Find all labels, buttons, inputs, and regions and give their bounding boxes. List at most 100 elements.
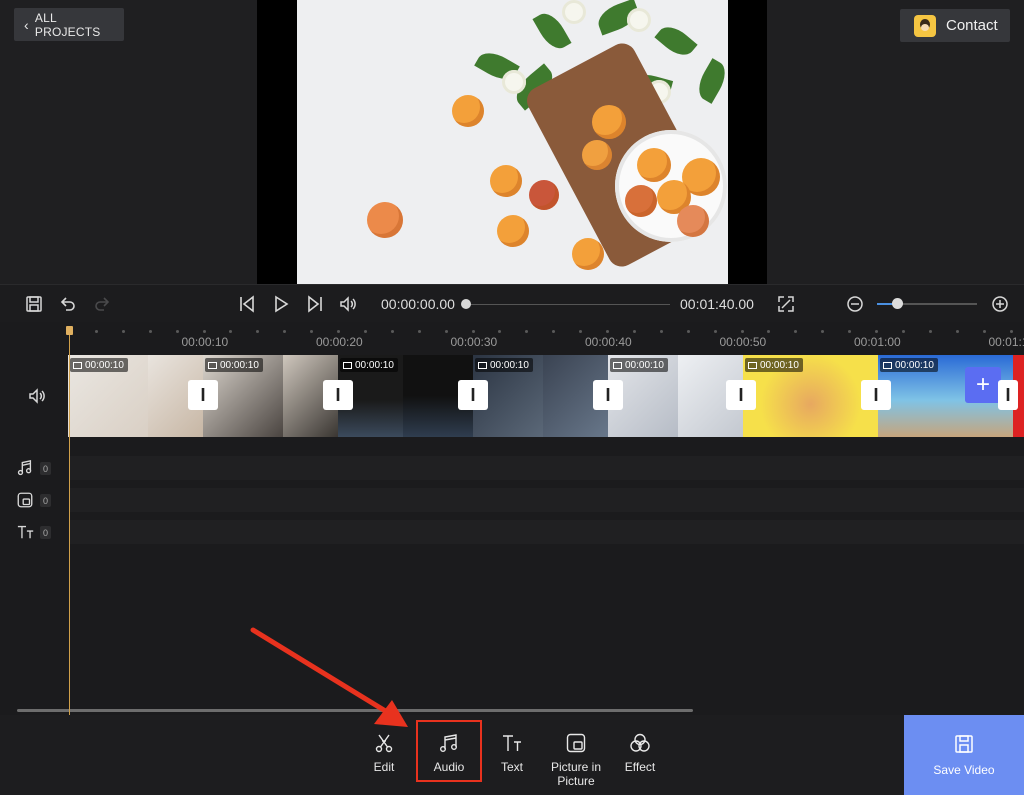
ruler-time-label: 00:01:00: [854, 335, 901, 349]
clip-duration-badge: 00:00:10: [745, 358, 803, 372]
video-clip[interactable]: 00:00:10: [743, 355, 878, 437]
seek-handle[interactable]: [461, 299, 471, 309]
image-icon: [208, 361, 217, 369]
ruler-tick: [955, 330, 959, 333]
ruler-tick: [901, 330, 905, 333]
text-track-lane[interactable]: [70, 520, 1024, 544]
fullscreen-icon[interactable]: [775, 293, 797, 315]
zoom-in-icon[interactable]: [989, 293, 1011, 315]
contact-button[interactable]: Contact: [900, 9, 1010, 42]
video-clip[interactable]: 00:00:10: [608, 355, 743, 437]
image-icon: [478, 361, 487, 369]
audio-track-lane[interactable]: [70, 456, 1024, 480]
ruler-tick: [632, 330, 636, 333]
scissors-icon: [375, 734, 393, 753]
zoom-out-icon[interactable]: [844, 293, 866, 315]
video-clip[interactable]: 00:00:10: [338, 355, 473, 437]
ruler-tick: [686, 330, 690, 333]
video-clip[interactable]: 00:00:10: [473, 355, 608, 437]
ruler-tick: [390, 330, 394, 333]
ruler-tick: [229, 330, 233, 333]
clip-duration-badge: 00:00:10: [880, 358, 938, 372]
clip-duration: 00:00:10: [760, 359, 799, 371]
clip-duration: 00:00:10: [895, 359, 934, 371]
track-volume-icon[interactable]: [27, 386, 47, 411]
pip-track-icon: [16, 491, 34, 514]
play-icon[interactable]: [270, 293, 292, 315]
picture-in-picture-tool-button[interactable]: Picture in Picture: [543, 715, 609, 795]
clip-duration-badge: 00:00:10: [340, 358, 398, 372]
transition-button[interactable]: I: [458, 380, 488, 410]
video-clip[interactable]: 00:00:10: [203, 355, 338, 437]
skip-back-icon[interactable]: [236, 293, 258, 315]
volume-icon[interactable]: [337, 293, 359, 315]
ruler-tick: [525, 330, 529, 333]
ruler-time-label: 00:00:50: [719, 335, 767, 349]
transition-button[interactable]: I: [323, 380, 353, 410]
transition-button[interactable]: I: [726, 380, 756, 410]
image-icon: [748, 361, 757, 369]
ruler-tick: [94, 330, 98, 333]
image-icon: [73, 361, 82, 369]
ruler-tick: [579, 330, 583, 333]
timeline-ruler[interactable]: 00:00:10 00:00:20 00:00:30 00:00:40 00:00:50…: [0, 322, 1024, 355]
clip-duration-badge: 00:00:10: [475, 358, 533, 372]
video-clip[interactable]: 00:00:10: [68, 355, 203, 437]
playhead-handle[interactable]: [66, 326, 73, 335]
save-video-label: Save Video: [933, 763, 995, 777]
text-icon: [503, 735, 521, 751]
undo-icon[interactable]: [57, 293, 79, 315]
text-label: Text: [500, 760, 523, 774]
transition-button[interactable]: I: [593, 380, 623, 410]
ruler-tick: [740, 330, 744, 333]
transition-button[interactable]: I: [998, 380, 1018, 410]
edit-tool-button[interactable]: Edit: [351, 715, 417, 795]
picture-in-picture-icon: [566, 733, 586, 753]
transition-button[interactable]: I: [188, 380, 218, 410]
ruler-time-label: 00:01:1: [988, 335, 1024, 349]
zoom-slider-handle[interactable]: [892, 298, 903, 309]
effect-tool-button[interactable]: Effect: [607, 715, 673, 795]
clip-duration-badge: 00:00:10: [610, 358, 668, 372]
ruler-tick: [659, 330, 663, 333]
image-icon: [343, 361, 352, 369]
save-project-icon[interactable]: [23, 293, 45, 315]
redo-icon[interactable]: [91, 293, 113, 315]
ruler-tick: [202, 330, 206, 333]
text-track-icon: [16, 523, 36, 546]
ruler-tick: [875, 330, 878, 333]
pip-track-lane[interactable]: [70, 488, 1024, 512]
ruler-tick: [256, 330, 260, 333]
save-video-button[interactable]: Save Video: [904, 715, 1024, 795]
ruler-tick: [767, 330, 771, 333]
image-icon: [883, 361, 892, 369]
ruler-tick: [928, 330, 932, 333]
video-track[interactable]: 00:00:10 00:00:10 00:00:10 00:00:10 00:0…: [68, 355, 1024, 437]
ruler-tick: [848, 330, 852, 333]
clip-duration: 00:00:10: [85, 359, 124, 371]
ruler-tick: [471, 330, 475, 333]
all-projects-label: ALL PROJECTS: [34, 10, 101, 39]
clip-duration-badge: 00:00:10: [205, 358, 263, 372]
transition-button[interactable]: I: [861, 380, 891, 410]
add-clip-button[interactable]: +: [965, 367, 1001, 403]
contact-label: Contact: [946, 17, 998, 34]
effect-label: Effect: [624, 760, 656, 774]
playhead[interactable]: [69, 330, 70, 715]
skip-forward-icon[interactable]: [304, 293, 326, 315]
audio-track-icon: [16, 459, 34, 482]
ruler-tick: [417, 330, 421, 333]
ruler-time-label: 00:00:40: [585, 335, 632, 349]
bottom-toolbar: Edit Audio Text Picture in Picture Effec…: [0, 715, 1024, 795]
ruler-time-label: 00:00:20: [316, 335, 363, 349]
save-icon: [955, 735, 973, 753]
ruler-tick: [337, 330, 340, 333]
total-time: 00:01:40.00: [680, 296, 754, 312]
playback-toolbar: 00:00:00.00 00:01:40.00: [0, 284, 1024, 324]
all-projects-button[interactable]: ‹ ALL PROJECTS: [14, 8, 124, 41]
text-tool-button[interactable]: Text: [479, 715, 545, 795]
ruler-tick: [444, 330, 448, 333]
seek-bar[interactable]: [466, 304, 670, 305]
timeline-scrollbar[interactable]: [17, 709, 693, 712]
ruler-tick: [982, 330, 986, 333]
